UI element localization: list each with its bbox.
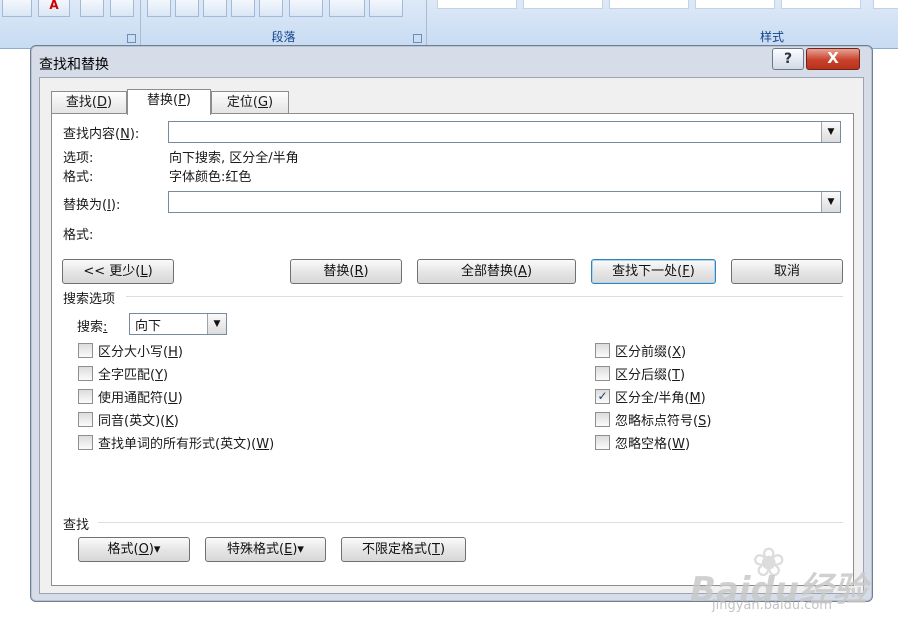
- special-button[interactable]: 特殊格式(E)▾: [205, 537, 326, 562]
- replace-button[interactable]: 替换(R): [290, 259, 402, 284]
- style-normal[interactable]: [437, 0, 517, 9]
- find-replace-dialog: 查找和替换 ? X 查找(D) 替换(P) 定位(G) 查找内容(N): ▼ 选…: [30, 45, 873, 602]
- find-what-input[interactable]: ▼: [168, 121, 841, 143]
- align-left-button[interactable]: [147, 0, 171, 17]
- dialog-titlebar[interactable]: 查找和替换 ? X: [31, 46, 872, 77]
- checkmark-icon: ✓: [597, 389, 608, 403]
- search-direction-value: 向下: [135, 319, 162, 334]
- help-icon: ?: [783, 51, 793, 67]
- search-options-divider: [126, 296, 843, 297]
- match-suffix-checkbox[interactable]: [595, 366, 610, 381]
- ribbon-group-styles: 样式: [427, 0, 898, 47]
- replace-tab-panel: 查找内容(N): ▼ 选项: 向下搜索, 区分全/半角 格式: 字体颜色:红色 …: [51, 113, 854, 586]
- tab-goto[interactable]: 定位(G): [211, 91, 289, 114]
- font-launcher-icon[interactable]: [127, 34, 136, 43]
- replace-with-label: 替换为(I):: [63, 198, 121, 213]
- options-value: 向下搜索, 区分全/半角: [169, 151, 299, 166]
- sounds-like-label[interactable]: 同音(英文)(K): [98, 410, 179, 429]
- sounds-like-checkbox[interactable]: [78, 412, 93, 427]
- ignore-punctuation-label[interactable]: 忽略标点符号(S): [615, 410, 711, 429]
- match-prefix-checkbox[interactable]: [595, 343, 610, 358]
- find-section-divider: [98, 522, 843, 523]
- ribbon-group-paragraph: 段落: [141, 0, 427, 47]
- search-options-heading: 搜索选项: [63, 292, 116, 307]
- highlight-color-button[interactable]: [2, 0, 32, 17]
- match-suffix-label[interactable]: 区分后缀(T): [615, 364, 685, 383]
- align-center-button[interactable]: [175, 0, 199, 17]
- align-right-button[interactable]: [203, 0, 227, 17]
- match-width-label[interactable]: 区分全/半角(M): [615, 387, 706, 406]
- ignore-punctuation-checkbox[interactable]: [595, 412, 610, 427]
- paragraph-launcher-icon[interactable]: [413, 34, 422, 43]
- help-button[interactable]: ?: [772, 48, 804, 70]
- ignore-whitespace-label[interactable]: 忽略空格(W): [615, 433, 690, 452]
- word-forms-label[interactable]: 查找单词的所有形式(英文)(W): [98, 433, 274, 452]
- watermark-url: jingyan.baidu.com: [712, 598, 832, 613]
- less-button[interactable]: << 更少(L): [62, 259, 174, 284]
- enclose-char-button[interactable]: [110, 0, 134, 17]
- whole-word-label[interactable]: 全字匹配(Y): [98, 364, 168, 383]
- whole-word-checkbox[interactable]: [78, 366, 93, 381]
- find-what-dropdown-icon[interactable]: ▼: [821, 122, 840, 142]
- style-heading-1[interactable]: [609, 0, 689, 9]
- dialog-title: 查找和替换: [39, 57, 109, 73]
- replace-with-dropdown-icon[interactable]: ▼: [821, 192, 840, 212]
- wildcards-checkbox[interactable]: [78, 389, 93, 404]
- styles-group-label: 样式: [759, 30, 784, 44]
- no-formatting-button[interactable]: 不限定格式(T): [341, 537, 466, 562]
- paragraph-group-label: 段落: [271, 30, 296, 44]
- match-width-checkbox[interactable]: ✓: [595, 389, 610, 404]
- style-heading-2[interactable]: [695, 0, 775, 9]
- replace-format-label: 格式:: [63, 228, 94, 243]
- search-direction-label: 搜索:: [77, 320, 108, 335]
- style-no-spacing[interactable]: [523, 0, 603, 9]
- close-icon: X: [827, 49, 839, 67]
- word-forms-checkbox[interactable]: [78, 435, 93, 450]
- replace-all-button[interactable]: 全部替换(A): [417, 259, 576, 284]
- match-case-label[interactable]: 区分大小写(H): [98, 341, 183, 360]
- dialog-client: 查找(D) 替换(P) 定位(G) 查找内容(N): ▼ 选项: 向下搜索, 区…: [39, 77, 864, 594]
- replace-with-input[interactable]: ▼: [168, 191, 841, 213]
- cancel-button[interactable]: 取消: [731, 259, 843, 284]
- justify-button[interactable]: [231, 0, 255, 17]
- close-button[interactable]: X: [806, 48, 860, 70]
- ignore-whitespace-checkbox[interactable]: [595, 435, 610, 450]
- ribbon: A 段落 样式: [0, 0, 898, 49]
- font-color-button[interactable]: A: [38, 0, 70, 17]
- shading-button[interactable]: [329, 0, 365, 17]
- font-bold-a-button[interactable]: [80, 0, 104, 17]
- style-title[interactable]: [781, 0, 861, 9]
- find-format-value: 字体颜色:红色: [169, 170, 252, 185]
- distributed-button[interactable]: [259, 0, 283, 17]
- find-section-heading: 查找: [63, 518, 90, 533]
- match-prefix-label[interactable]: 区分前缀(X): [615, 341, 686, 360]
- ribbon-group-font: A: [0, 0, 141, 47]
- match-case-checkbox[interactable]: [78, 343, 93, 358]
- format-button[interactable]: 格式(O)▾: [78, 537, 190, 562]
- find-next-button[interactable]: 查找下一处(F): [591, 259, 716, 284]
- options-label: 选项:: [63, 151, 94, 166]
- line-spacing-button[interactable]: [289, 0, 323, 17]
- border-button[interactable]: [369, 0, 403, 17]
- wildcards-label[interactable]: 使用通配符(U): [98, 387, 183, 406]
- find-what-label: 查找内容(N):: [63, 127, 140, 142]
- find-format-label: 格式:: [63, 170, 94, 185]
- tab-replace[interactable]: 替换(P): [127, 89, 211, 115]
- search-direction-dropdown-icon[interactable]: ▼: [207, 314, 226, 334]
- search-direction-select[interactable]: 向下 ▼: [129, 313, 227, 335]
- tab-find[interactable]: 查找(D): [51, 91, 127, 114]
- style-more[interactable]: [873, 0, 898, 9]
